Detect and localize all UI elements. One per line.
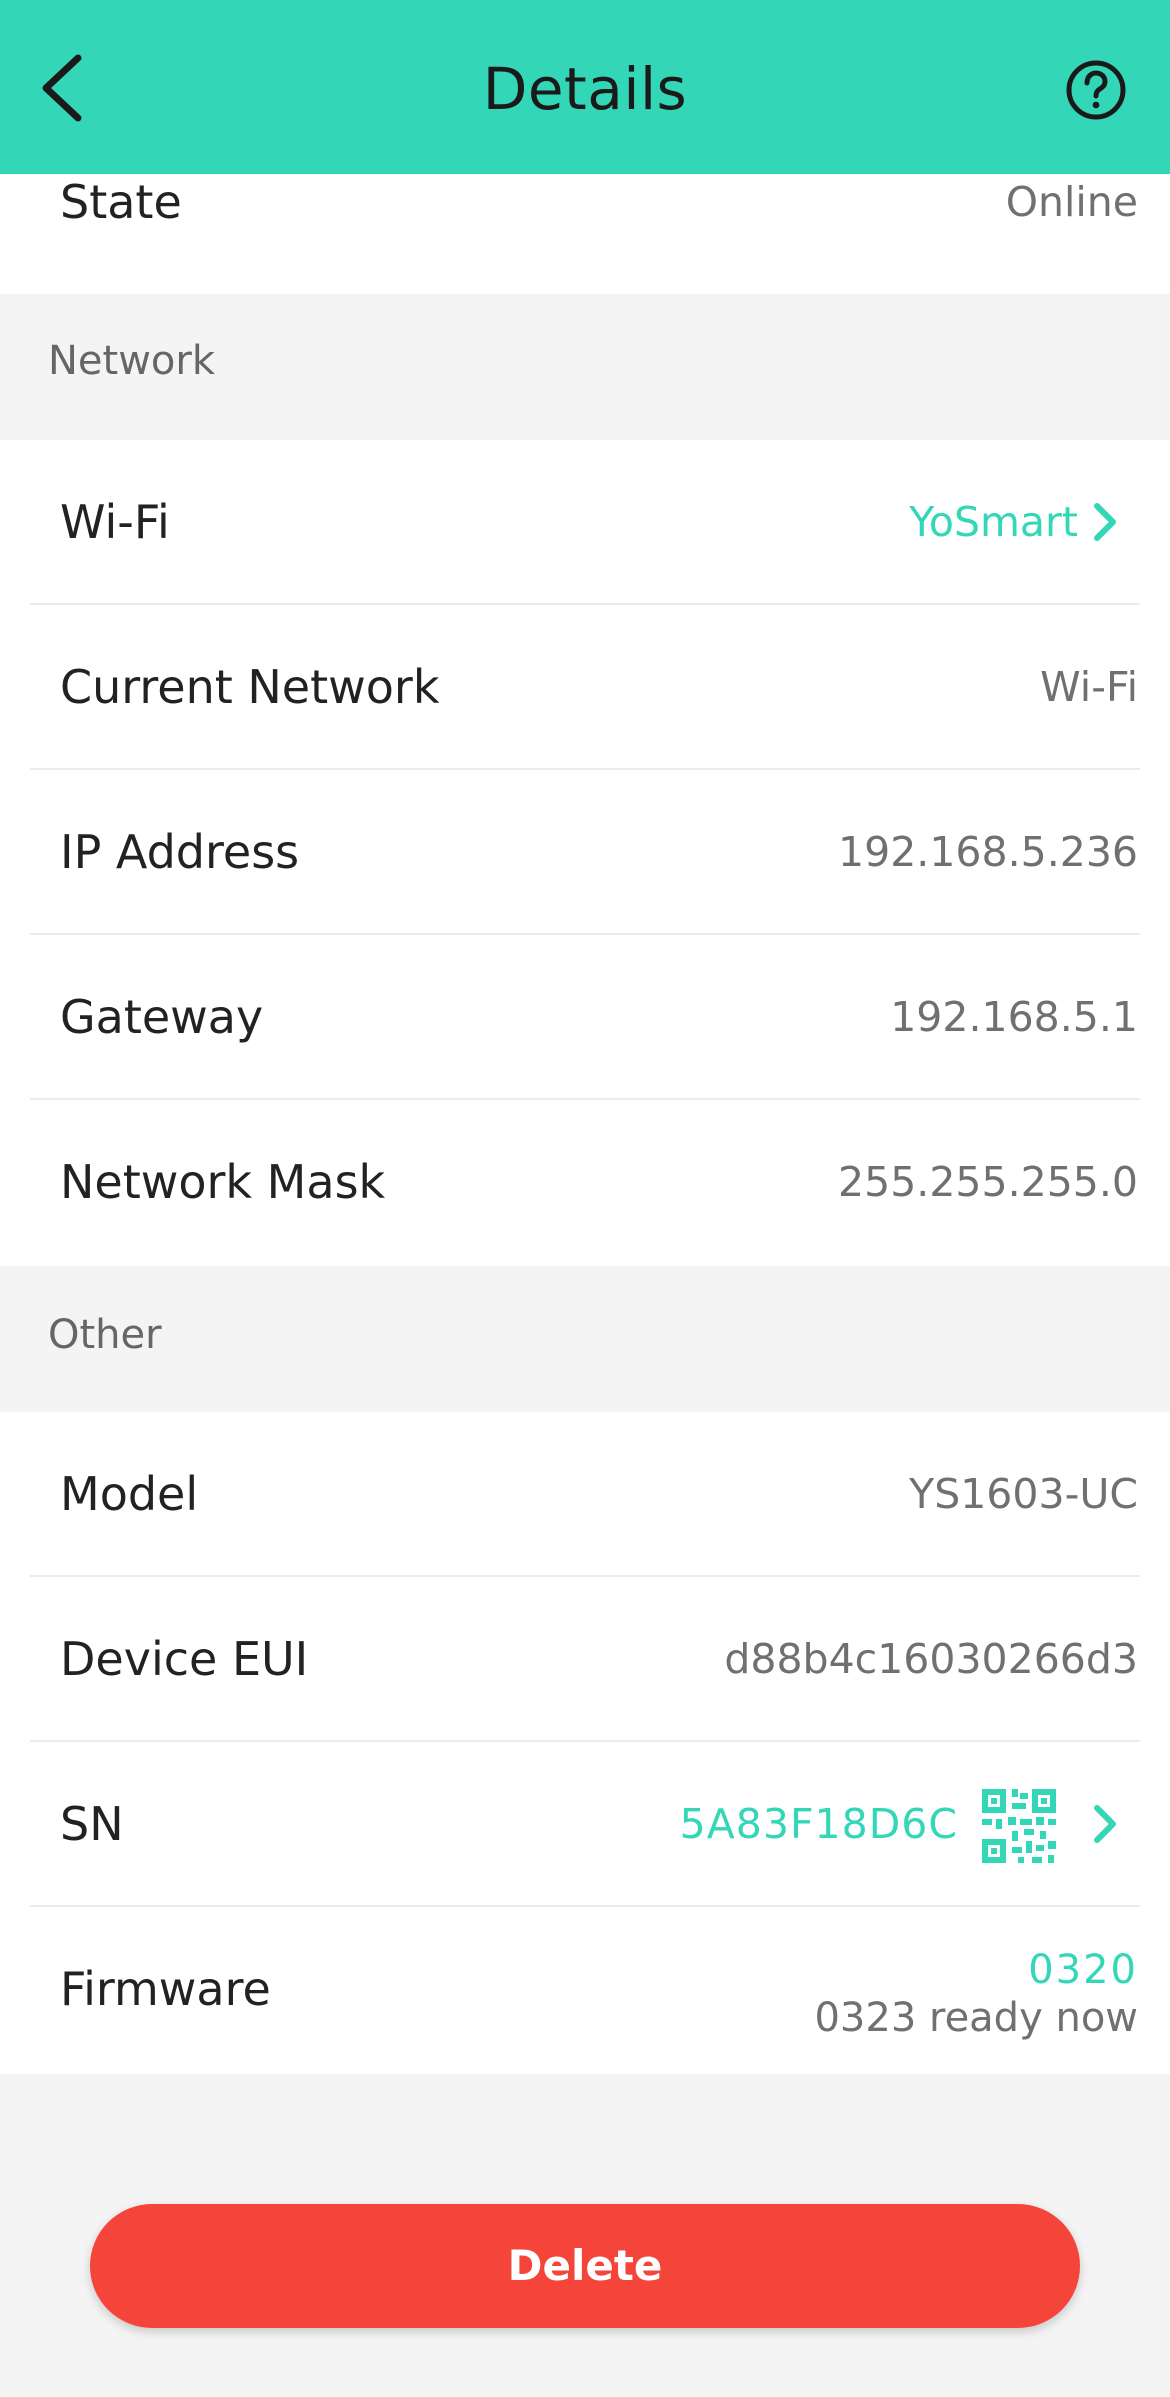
model-row: Model YS1603-UC	[0, 1412, 1170, 1577]
network-mask-label: Network Mask	[60, 1155, 386, 1209]
delete-button[interactable]: Delete	[90, 2204, 1080, 2328]
network-section-title: Network	[48, 338, 216, 384]
state-value: Online	[1005, 178, 1138, 226]
current-network-row: Current Network Wi-Fi	[0, 605, 1170, 770]
ip-address-row: IP Address 192.168.5.236	[0, 770, 1170, 935]
network-mask-value: 255.255.255.0	[838, 1158, 1138, 1206]
current-network-value: Wi-Fi	[1040, 663, 1138, 711]
other-section-title: Other	[48, 1312, 162, 1358]
ip-address-value: 192.168.5.236	[838, 828, 1138, 876]
firmware-values: 0320 0323 ready now	[814, 1945, 1138, 2041]
gateway-label: Gateway	[60, 990, 264, 1044]
device-eui-row: Device EUI d88b4c16030266d3	[0, 1577, 1170, 1742]
firmware-label: Firmware	[60, 1962, 271, 2016]
model-value: YS1603-UC	[909, 1470, 1138, 1518]
question-circle-icon[interactable]	[1064, 58, 1128, 122]
state-label: State	[60, 175, 182, 229]
chevron-right-icon	[1094, 503, 1116, 541]
other-block: Model YS1603-UC Device EUI d88b4c1603026…	[0, 1412, 1170, 2074]
network-mask-row: Network Mask 255.255.255.0	[0, 1100, 1170, 1265]
chevron-right-icon	[1094, 1805, 1116, 1843]
wifi-row[interactable]: Wi-Fi YoSmart	[0, 440, 1170, 605]
current-network-label: Current Network	[60, 660, 440, 714]
network-block: Wi-Fi YoSmart Current Network Wi-Fi IP A…	[0, 440, 1170, 1266]
wifi-value: YoSmart	[909, 498, 1078, 546]
network-section-header: Network	[0, 294, 1170, 440]
other-section-header: Other	[0, 1266, 1170, 1412]
wifi-label: Wi-Fi	[60, 495, 170, 549]
qr-code-icon[interactable]	[982, 1789, 1056, 1863]
ip-address-label: IP Address	[60, 825, 300, 879]
state-row: State Online	[0, 174, 1170, 294]
firmware-current-version: 0320	[1028, 1947, 1138, 1993]
model-label: Model	[60, 1467, 199, 1521]
firmware-row[interactable]: Firmware 0320 0323 ready now	[0, 1907, 1170, 2074]
device-eui-value: d88b4c16030266d3	[724, 1635, 1138, 1683]
state-block: State Online	[0, 174, 1170, 294]
sn-label: SN	[60, 1797, 124, 1851]
device-eui-label: Device EUI	[60, 1632, 309, 1686]
gateway-value: 192.168.5.1	[890, 993, 1138, 1041]
sn-value: 5A83F18D6C	[679, 1800, 958, 1848]
chevron-left-icon[interactable]	[38, 52, 94, 124]
firmware-update-status: 0323 ready now	[814, 1995, 1138, 2041]
gateway-row: Gateway 192.168.5.1	[0, 935, 1170, 1100]
